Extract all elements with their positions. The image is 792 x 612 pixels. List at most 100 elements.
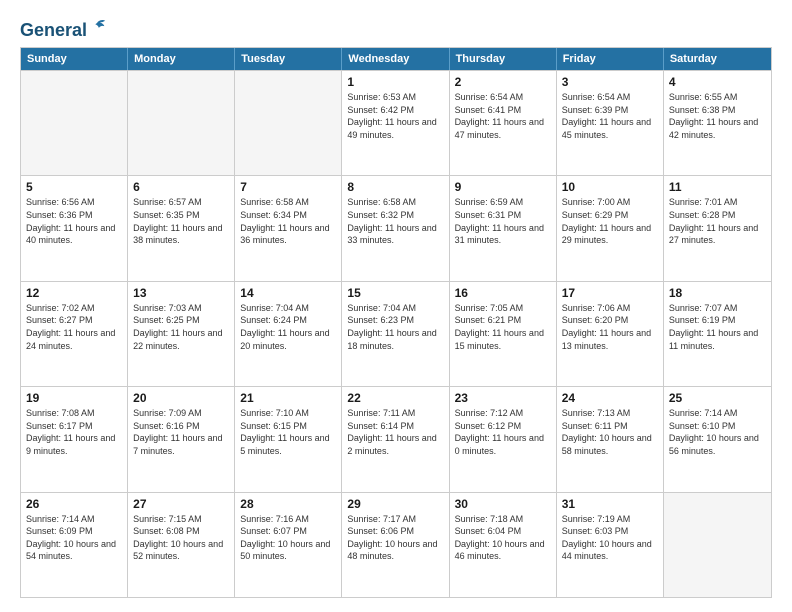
day-number: 4: [669, 75, 766, 89]
day-info: Sunrise: 6:57 AM Sunset: 6:35 PM Dayligh…: [133, 197, 222, 245]
day-info: Sunrise: 7:18 AM Sunset: 6:04 PM Dayligh…: [455, 514, 545, 562]
day-info: Sunrise: 7:10 AM Sunset: 6:15 PM Dayligh…: [240, 408, 329, 456]
calendar-row-0: 1 Sunrise: 6:53 AM Sunset: 6:42 PM Daylig…: [21, 70, 771, 175]
calendar-day-22: 22Sunrise: 7:11 AM Sunset: 6:14 PM Dayli…: [342, 387, 449, 491]
calendar-day-20: 20 Sunrise: 7:09 AM Sunset: 6:16 PM Dayli…: [128, 387, 235, 491]
calendar-day-21: 21 Sunrise: 7:10 AM Sunset: 6:15 PM Dayli…: [235, 387, 342, 491]
calendar-day-28: 28 Sunrise: 7:16 AM Sunset: 6:07 PM Dayli…: [235, 493, 342, 597]
day-number: 6: [133, 180, 229, 194]
day-number: 28: [240, 497, 336, 511]
day-info: Sunrise: 7:04 AM Sunset: 6:23 PM Dayligh…: [347, 303, 436, 351]
calendar-day-25: 25 Sunrise: 7:14 AM Sunset: 6:10 PM Dayli…: [664, 387, 771, 491]
logo-bird-icon: [89, 18, 107, 36]
day-info: Sunrise: 7:16 AM Sunset: 6:07 PM Dayligh…: [240, 514, 330, 562]
day-number: 5: [26, 180, 122, 194]
day-number: 8: [347, 180, 443, 194]
calendar-day-12: 12Sunrise: 7:02 AM Sunset: 6:27 PM Dayli…: [21, 282, 128, 386]
calendar-day-27: 27 Sunrise: 7:15 AM Sunset: 6:08 PM Dayli…: [128, 493, 235, 597]
day-info: Sunrise: 7:08 AM Sunset: 6:17 PM Dayligh…: [26, 408, 115, 456]
day-number: 20: [133, 391, 229, 405]
day-number: 23: [455, 391, 551, 405]
day-info: Sunrise: 6:59 AM Sunset: 6:31 PM Dayligh…: [455, 197, 544, 245]
day-info: Sunrise: 7:03 AM Sunset: 6:25 PM Dayligh…: [133, 303, 222, 351]
day-info: Sunrise: 7:00 AM Sunset: 6:29 PM Dayligh…: [562, 197, 651, 245]
day-number: 30: [455, 497, 551, 511]
calendar-day-17: 17 Sunrise: 7:06 AM Sunset: 6:20 PM Dayli…: [557, 282, 664, 386]
calendar-day-19: 19 Sunrise: 7:08 AM Sunset: 6:17 PM Dayli…: [21, 387, 128, 491]
day-info: Sunrise: 7:15 AM Sunset: 6:08 PM Dayligh…: [133, 514, 223, 562]
calendar-day-8: 8 Sunrise: 6:58 AM Sunset: 6:32 PM Daylig…: [342, 176, 449, 280]
day-info: Sunrise: 6:56 AM Sunset: 6:36 PM Dayligh…: [26, 197, 115, 245]
calendar-day-5: 5 Sunrise: 6:56 AM Sunset: 6:36 PM Daylig…: [21, 176, 128, 280]
calendar-empty-cell: [21, 71, 128, 175]
day-number: 11: [669, 180, 766, 194]
logo-general-text: General: [20, 18, 107, 41]
calendar-day-1: 1 Sunrise: 6:53 AM Sunset: 6:42 PM Daylig…: [342, 71, 449, 175]
day-info: Sunrise: 7:13 AM Sunset: 6:11 PM Dayligh…: [562, 408, 652, 456]
day-info: Sunrise: 6:54 AM Sunset: 6:39 PM Dayligh…: [562, 92, 651, 140]
calendar-weekday-friday: Friday: [557, 48, 664, 70]
calendar-header-row: SundayMondayTuesdayWednesdayThursdayFrid…: [21, 48, 771, 70]
calendar-day-2: 2 Sunrise: 6:54 AM Sunset: 6:41 PM Daylig…: [450, 71, 557, 175]
day-info: Sunrise: 6:55 AM Sunset: 6:38 PM Dayligh…: [669, 92, 758, 140]
calendar-empty-cell: [664, 493, 771, 597]
day-info: Sunrise: 7:09 AM Sunset: 6:16 PM Dayligh…: [133, 408, 222, 456]
calendar-day-26: 26 Sunrise: 7:14 AM Sunset: 6:09 PM Dayli…: [21, 493, 128, 597]
day-number: 1: [347, 75, 443, 89]
calendar-row-2: 12Sunrise: 7:02 AM Sunset: 6:27 PM Dayli…: [21, 281, 771, 386]
calendar-weekday-monday: Monday: [128, 48, 235, 70]
day-number: 26: [26, 497, 122, 511]
day-number: 29: [347, 497, 443, 511]
calendar-day-15: 15Sunrise: 7:04 AM Sunset: 6:23 PM Dayli…: [342, 282, 449, 386]
day-info: Sunrise: 6:53 AM Sunset: 6:42 PM Dayligh…: [347, 92, 436, 140]
day-info: Sunrise: 7:14 AM Sunset: 6:09 PM Dayligh…: [26, 514, 116, 562]
calendar-day-4: 4 Sunrise: 6:55 AM Sunset: 6:38 PM Daylig…: [664, 71, 771, 175]
day-number: 9: [455, 180, 551, 194]
calendar-empty-cell: [128, 71, 235, 175]
day-info: Sunrise: 7:07 AM Sunset: 6:19 PM Dayligh…: [669, 303, 758, 351]
day-number: 18: [669, 286, 766, 300]
calendar-page: General SundayMondayTuesdayWednesdayThur…: [0, 0, 792, 612]
day-number: 10: [562, 180, 658, 194]
day-number: 27: [133, 497, 229, 511]
day-info: Sunrise: 7:06 AM Sunset: 6:20 PM Dayligh…: [562, 303, 651, 351]
calendar-day-10: 10 Sunrise: 7:00 AM Sunset: 6:29 PM Dayli…: [557, 176, 664, 280]
calendar-weekday-sunday: Sunday: [21, 48, 128, 70]
calendar-empty-cell: [235, 71, 342, 175]
day-number: 14: [240, 286, 336, 300]
day-info: Sunrise: 7:01 AM Sunset: 6:28 PM Dayligh…: [669, 197, 758, 245]
day-number: 31: [562, 497, 658, 511]
day-info: Sunrise: 7:02 AM Sunset: 6:27 PM Dayligh…: [26, 303, 115, 351]
day-number: 2: [455, 75, 551, 89]
day-info: Sunrise: 7:04 AM Sunset: 6:24 PM Dayligh…: [240, 303, 329, 351]
calendar-day-24: 24Sunrise: 7:13 AM Sunset: 6:11 PM Dayli…: [557, 387, 664, 491]
day-info: Sunrise: 6:58 AM Sunset: 6:34 PM Dayligh…: [240, 197, 329, 245]
calendar-day-29: 29Sunrise: 7:17 AM Sunset: 6:06 PM Dayli…: [342, 493, 449, 597]
calendar-day-9: 9 Sunrise: 6:59 AM Sunset: 6:31 PM Daylig…: [450, 176, 557, 280]
calendar-day-11: 11 Sunrise: 7:01 AM Sunset: 6:28 PM Dayli…: [664, 176, 771, 280]
calendar-row-3: 19 Sunrise: 7:08 AM Sunset: 6:17 PM Dayli…: [21, 386, 771, 491]
day-info: Sunrise: 7:19 AM Sunset: 6:03 PM Dayligh…: [562, 514, 652, 562]
day-number: 19: [26, 391, 122, 405]
calendar-body: 1 Sunrise: 6:53 AM Sunset: 6:42 PM Daylig…: [21, 70, 771, 597]
calendar-row-1: 5 Sunrise: 6:56 AM Sunset: 6:36 PM Daylig…: [21, 175, 771, 280]
calendar-row-4: 26 Sunrise: 7:14 AM Sunset: 6:09 PM Dayli…: [21, 492, 771, 597]
day-info: Sunrise: 6:54 AM Sunset: 6:41 PM Dayligh…: [455, 92, 544, 140]
day-number: 3: [562, 75, 658, 89]
day-info: Sunrise: 7:05 AM Sunset: 6:21 PM Dayligh…: [455, 303, 544, 351]
calendar-weekday-tuesday: Tuesday: [235, 48, 342, 70]
day-number: 25: [669, 391, 766, 405]
calendar-weekday-wednesday: Wednesday: [342, 48, 449, 70]
calendar-day-31: 31 Sunrise: 7:19 AM Sunset: 6:03 PM Dayli…: [557, 493, 664, 597]
calendar-day-16: 16 Sunrise: 7:05 AM Sunset: 6:21 PM Dayli…: [450, 282, 557, 386]
day-info: Sunrise: 6:58 AM Sunset: 6:32 PM Dayligh…: [347, 197, 436, 245]
day-number: 7: [240, 180, 336, 194]
day-number: 17: [562, 286, 658, 300]
day-number: 21: [240, 391, 336, 405]
calendar-day-6: 6 Sunrise: 6:57 AM Sunset: 6:35 PM Daylig…: [128, 176, 235, 280]
calendar-day-14: 14 Sunrise: 7:04 AM Sunset: 6:24 PM Dayli…: [235, 282, 342, 386]
day-info: Sunrise: 7:14 AM Sunset: 6:10 PM Dayligh…: [669, 408, 759, 456]
day-number: 13: [133, 286, 229, 300]
calendar-day-3: 3 Sunrise: 6:54 AM Sunset: 6:39 PM Daylig…: [557, 71, 664, 175]
day-number: 16: [455, 286, 551, 300]
